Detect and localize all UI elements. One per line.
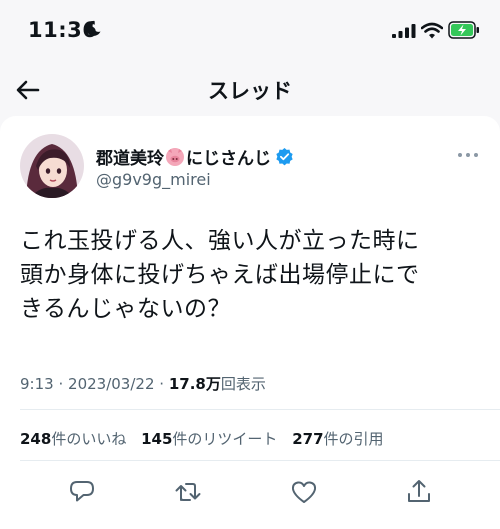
likes-count: 248 [20, 430, 52, 448]
tweet-text: これ玉投げる人、強い人が立った時に 頭か身体に投げちゃえば出場停止にで きるんじ… [20, 224, 490, 326]
display-name-text: 郡道美玲 [96, 149, 164, 169]
avatar[interactable] [20, 134, 84, 198]
reply-icon[interactable] [68, 478, 96, 506]
tweet-time: 9:13 [20, 375, 54, 393]
tweet-text-line: きるんじゃないの？ [20, 296, 232, 322]
cellular-signal-icon [392, 24, 416, 38]
display-name-suffix: にじさんじ [186, 149, 271, 169]
retweets-stat[interactable]: 145件のリツイート [141, 430, 277, 448]
quotes-label: 件の引用 [323, 430, 384, 448]
user-handle[interactable]: @g9v9g_mirei [96, 170, 211, 189]
tweet-meta: 9:13 · 2023/03/22 · 17.8万回表示 [20, 373, 266, 394]
meta-separator: · [159, 375, 165, 393]
moon-icon [86, 20, 101, 36]
divider [20, 460, 500, 461]
battery-charging-icon [448, 21, 479, 39]
divider [20, 409, 500, 410]
share-icon[interactable] [405, 478, 433, 506]
verified-badge-icon [276, 147, 293, 166]
likes-label: 件のいいね [51, 430, 127, 448]
views-label: 回表示 [220, 375, 266, 393]
tweet-card: 郡道美玲 にじさんじ @g9v9g_mirei これ玉投げる人、強い人が立った時… [0, 116, 500, 529]
quotes-count: 277 [292, 430, 324, 448]
quotes-stat[interactable]: 277件の引用 [292, 430, 383, 448]
tweet-text-line: 頭か身体に投げちゃえば出場停止にで [20, 262, 420, 288]
views-stat[interactable]: 17.8万回表示 [169, 375, 266, 393]
wifi-icon [421, 22, 443, 39]
display-name[interactable]: 郡道美玲 にじさんじ [96, 144, 294, 169]
views-count: 17.8万 [168, 375, 221, 393]
avatar-image [20, 134, 84, 198]
retweets-count: 145 [141, 430, 173, 448]
retweets-label: 件のリツイート [172, 430, 278, 448]
status-bar: 11:36 [0, 0, 500, 62]
page-title: スレッド [208, 79, 292, 103]
action-bar [0, 478, 500, 508]
nav-header: スレッド [0, 62, 500, 116]
heart-icon[interactable] [290, 478, 318, 506]
meta-separator: · [58, 375, 64, 393]
retweet-icon[interactable] [174, 478, 202, 506]
tweet-text-line: これ玉投げる人、強い人が立った時に [20, 228, 420, 254]
tweet-stats: 248件のいいね 145件のリツイート 277件の引用 [20, 428, 394, 449]
likes-stat[interactable]: 248件のいいね [20, 430, 126, 448]
pig-emoji-icon [166, 147, 184, 166]
tweet-date: 2023/03/22 [68, 375, 155, 393]
more-dots-icon[interactable] [456, 150, 480, 160]
